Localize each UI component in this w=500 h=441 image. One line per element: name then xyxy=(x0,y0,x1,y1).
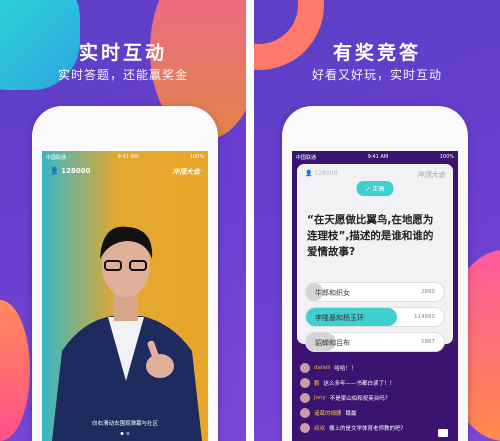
avatar xyxy=(300,363,310,373)
clock: 9:41 AM xyxy=(367,154,389,160)
avatar xyxy=(300,408,310,418)
question-text: “在天愿做比翼鸟,在地愿为连理枝”,描述的是谁和谁的爱情故事? xyxy=(307,214,434,258)
chat-text: 楼上的是文学体育老师教的吧？ xyxy=(329,426,407,432)
user-icon: 👤 xyxy=(305,170,315,177)
chat-message: 鹏这么多年——书都白读了！！ xyxy=(300,378,395,388)
avatar xyxy=(300,423,310,433)
answer-option[interactable]: 李隆基和杨玉环 114860 xyxy=(305,307,445,327)
carrier: 中国联通 xyxy=(296,154,317,161)
chat-message: dalieli 哈哈！！ xyxy=(300,363,356,373)
phone-mockup: 中国联通 9:41 AM 100% 👤 128000 冲顶大会 向右滑动去围观弹… xyxy=(32,106,218,441)
vote-count: 114860 xyxy=(414,314,435,320)
live-video-screen: 中国联通 9:41 AM 100% 👤 128000 冲顶大会 向右滑动去围观弹… xyxy=(42,151,208,441)
chat-text: 这么多年——书都白读了！！ xyxy=(323,381,396,387)
battery: 100% xyxy=(439,154,454,160)
app-logo: 冲顶大会 xyxy=(417,171,445,179)
panel-title: 实时互动 xyxy=(78,42,167,64)
correct-badge: ✓ 正确 xyxy=(356,181,394,196)
answer-option[interactable]: 牛郎和织女 2890 xyxy=(305,282,445,302)
chat-message: Jony 不是梁山伯和祝英台吗？ xyxy=(300,393,390,403)
chat-username: 诸葛的细腰 xyxy=(314,411,342,417)
vote-count: 2890 xyxy=(421,289,435,295)
question-card: 👤 128000 冲顶大会 ✓ 正确 “在天愿做比翼鸟,在地愿为连理枝”,描述的… xyxy=(297,164,453,352)
comment-icon[interactable] xyxy=(438,429,448,437)
chat-message: 诸葛的细腰 稳赢 xyxy=(300,408,357,418)
avatar xyxy=(300,393,310,403)
chat-message: 叔叔 楼上的是文学体育老师教的吧？ xyxy=(300,423,406,433)
host-person-image xyxy=(52,226,202,441)
avatar xyxy=(300,378,310,388)
chat-text: 哈哈！！ xyxy=(334,366,357,372)
phone-mockup: 中国联通 9:41 AM 100% 👤 128000 冲顶大会 ✓ 正确 “在天… xyxy=(282,106,468,441)
chat-username: dalieli xyxy=(314,365,331,371)
panel-subtitle: 好看又好玩，实时互动 xyxy=(311,68,442,82)
viewer-count: 👤 128000 xyxy=(305,170,338,177)
panel-title: 有奖竞答 xyxy=(332,42,421,64)
chat-username: 鹏 xyxy=(314,381,320,387)
vote-count: 5867 xyxy=(421,339,435,345)
answer-option[interactable]: 貂蝉和吕布 5867 xyxy=(305,332,445,352)
page-indicator[interactable] xyxy=(120,432,130,435)
panel-quiz: 有奖竞答 好看又好玩，实时互动 中国联通 9:41 AM 100% 👤 1280… xyxy=(254,0,500,441)
check-icon: ✓ xyxy=(365,186,373,193)
status-bar: 中国联通 9:41 AM 100% xyxy=(292,151,458,163)
quiz-screen: 中国联通 9:41 AM 100% 👤 128000 冲顶大会 ✓ 正确 “在天… xyxy=(292,151,458,441)
chat-text: 稳赢 xyxy=(345,411,357,417)
chat-username: 叔叔 xyxy=(314,426,326,432)
chat-username: Jony xyxy=(314,395,326,401)
option-label: 貂蝉和吕布 xyxy=(315,339,350,347)
option-label: 牛郎和织女 xyxy=(315,289,350,297)
panel-live-interaction: 实时互动 实时答题，还能赢奖金 中国联通 9:41 AM 100% 👤 1280… xyxy=(0,0,246,441)
panel-subtitle: 实时答题，还能赢奖金 xyxy=(57,68,188,82)
swipe-hint: 向右滑动去围观弹幕与社区 xyxy=(91,421,158,427)
option-label: 李隆基和杨玉环 xyxy=(315,314,364,322)
decor-shape xyxy=(0,300,30,441)
chat-text: 不是梁山伯和祝英台吗？ xyxy=(329,396,391,402)
